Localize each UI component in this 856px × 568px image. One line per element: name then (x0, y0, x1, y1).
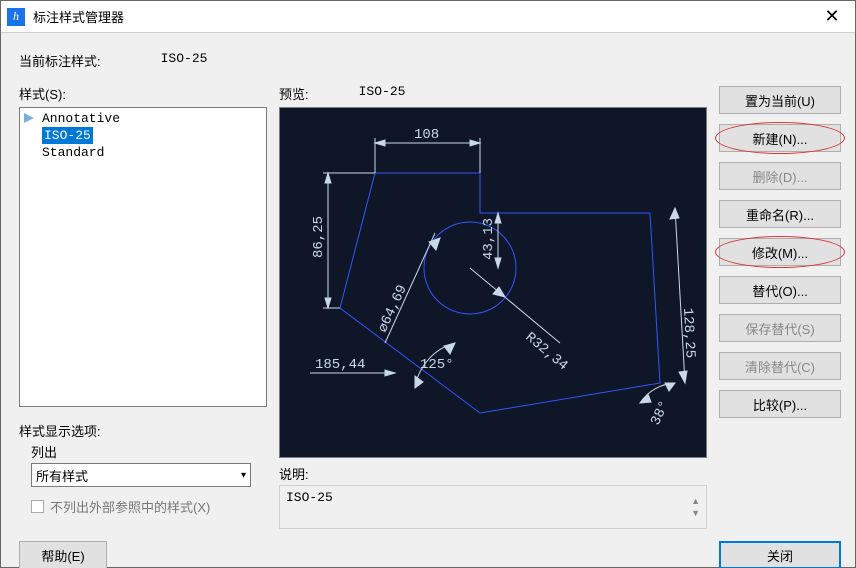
dialog-window: h 标注样式管理器 ✕ 当前标注样式: ISO-25 样式(S): Annota… (0, 0, 856, 568)
content-row: 样式(S): Annotative ISO-25 Standard 样式显示选项… (19, 84, 841, 529)
close-icon[interactable]: ✕ (809, 1, 855, 33)
list-filter-combo[interactable]: 所有样式 ▾ (31, 463, 251, 487)
override-button[interactable]: 替代(O)... (719, 276, 841, 304)
modify-button[interactable]: 修改(M)... (719, 238, 841, 266)
dim-text: 185,44 (315, 357, 365, 373)
preview-canvas: 108 86,25 43,13 (279, 107, 707, 458)
bottom-bar: 帮助(E) 关闭 (1, 539, 855, 568)
dim-text: R32,34 (522, 330, 571, 375)
description-value: ISO-25 (286, 490, 333, 505)
rename-button[interactable]: 重命名(R)... (719, 200, 841, 228)
left-column: 样式(S): Annotative ISO-25 Standard 样式显示选项… (19, 84, 267, 529)
right-column: 置为当前(U) 新建(N)... 删除(D)... 重命名(R)... 修改(M… (719, 84, 841, 529)
chevron-up-icon: ▲ (691, 496, 700, 506)
list-item[interactable]: Annotative (22, 110, 264, 127)
list-item[interactable]: ISO-25 (42, 127, 93, 144)
exclude-xref-checkbox[interactable]: 不列出外部参照中的样式(X) (31, 497, 267, 516)
list-item[interactable]: Standard (22, 144, 264, 161)
checkbox-icon (31, 500, 44, 513)
app-icon: h (7, 8, 25, 26)
delete-button[interactable]: 删除(D)... (719, 162, 841, 190)
description-box: ISO-25 ▲ ▼ (279, 485, 707, 529)
chevron-down-icon: ▼ (691, 508, 700, 518)
titlebar: h 标注样式管理器 ✕ (1, 1, 855, 33)
checkbox-label: 不列出外部参照中的样式(X) (50, 497, 210, 516)
compare-button[interactable]: 比较(P)... (719, 390, 841, 418)
dim-text: ⌀64,69 (375, 283, 411, 335)
chevron-down-icon: ▾ (241, 470, 246, 481)
dim-text: 38° (648, 398, 673, 428)
dim-text: 108 (414, 127, 439, 143)
description-spinner[interactable]: ▲ ▼ (691, 496, 700, 518)
dim-text: 43,13 (481, 218, 497, 260)
new-button[interactable]: 新建(N)... (719, 124, 841, 152)
save-override-button[interactable]: 保存替代(S) (719, 314, 841, 342)
dim-text: 128,25 (679, 307, 698, 358)
window-title: 标注样式管理器 (33, 7, 124, 26)
current-style-row: 当前标注样式: ISO-25 (19, 51, 841, 70)
description-section: 说明: ISO-25 ▲ ▼ (279, 464, 707, 529)
description-label: 说明: (279, 464, 707, 483)
current-style-label: 当前标注样式: (19, 51, 101, 70)
style-list[interactable]: Annotative ISO-25 Standard (19, 107, 267, 407)
dim-text: 86,25 (311, 216, 327, 258)
current-style-value: ISO-25 (161, 51, 208, 70)
list-label: 列出 (31, 442, 267, 461)
dialog-body: 当前标注样式: ISO-25 样式(S): Annotative ISO-25 … (1, 33, 855, 539)
close-button[interactable]: 关闭 (719, 541, 841, 568)
clear-override-button[interactable]: 清除替代(C) (719, 352, 841, 380)
middle-column: 预览: ISO-25 (279, 84, 707, 529)
preview-header-row: 预览: ISO-25 (279, 84, 707, 103)
styles-label: 样式(S): (19, 84, 267, 103)
set-current-button[interactable]: 置为当前(U) (719, 86, 841, 114)
dim-text: 125° (420, 357, 454, 373)
combo-value: 所有样式 (36, 466, 88, 485)
preview-style-name: ISO-25 (359, 84, 406, 103)
display-options: 样式显示选项: 列出 所有样式 ▾ 不列出外部参照中的样式(X) (19, 421, 267, 516)
display-options-header: 样式显示选项: (19, 421, 267, 440)
preview-label: 预览: (279, 84, 309, 103)
help-button[interactable]: 帮助(E) (19, 541, 107, 568)
